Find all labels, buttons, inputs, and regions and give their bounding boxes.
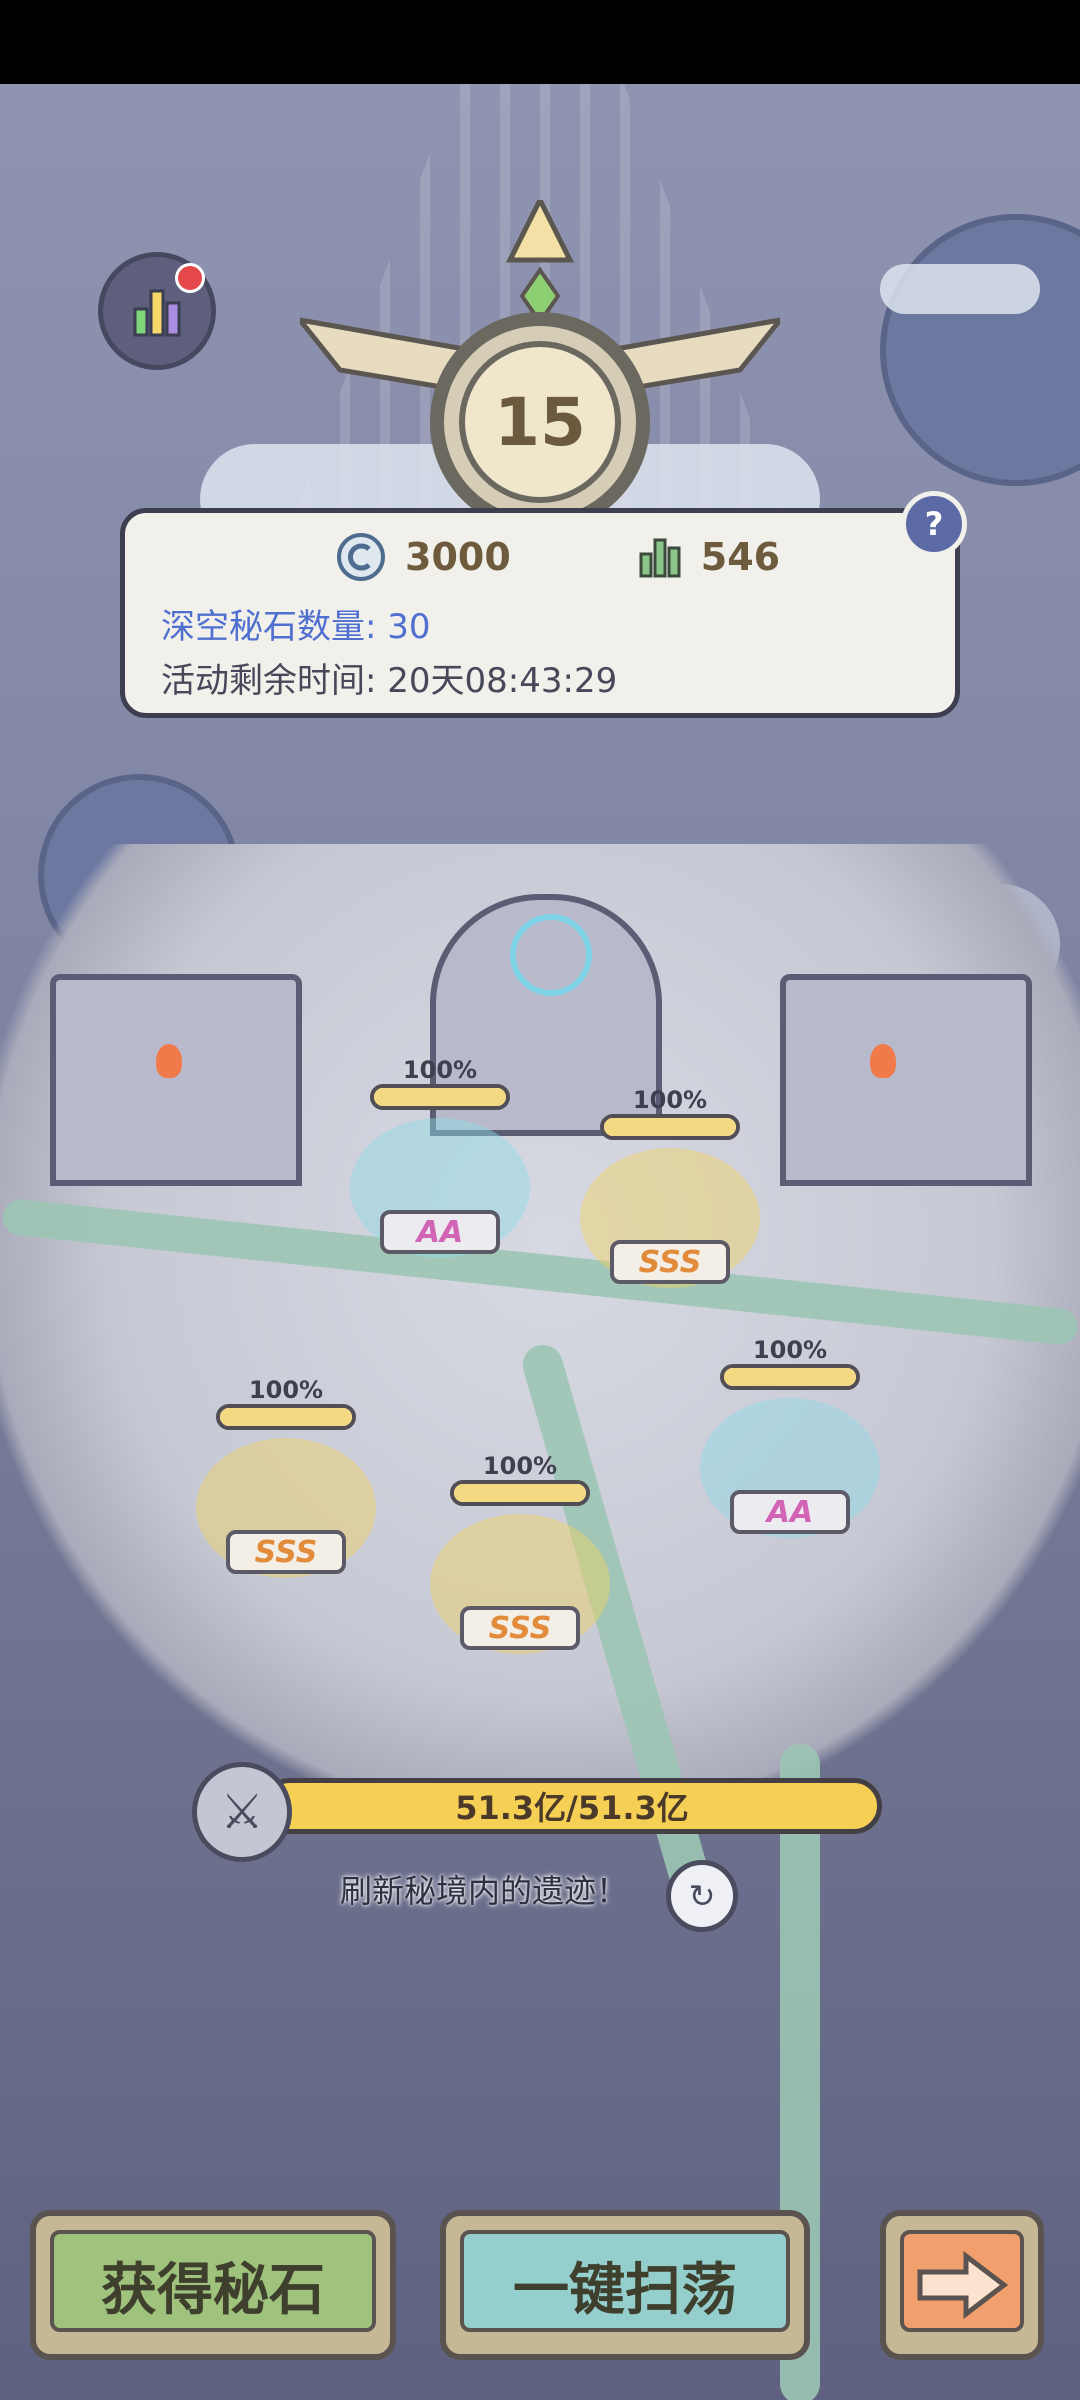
planet-decoration: [880, 214, 1080, 486]
power-bar: 51.3亿/51.3亿: [262, 1778, 882, 1834]
stone-count: 深空秘石数量: 30: [161, 607, 431, 647]
sweep-label: 一键扫荡: [513, 2257, 737, 2323]
time-left: 活动剩余时间: 20天08:43:29: [161, 661, 618, 701]
ruin-site[interactable]: 100% AA: [340, 1056, 540, 1284]
progress-bar: [720, 1364, 860, 1390]
progress-bar: [216, 1404, 356, 1430]
crossed-swords-icon: ⚔: [192, 1762, 292, 1862]
sweep-button[interactable]: 一键扫荡: [440, 2210, 810, 2360]
fire-decoration: [156, 1044, 182, 1078]
refresh-button[interactable]: ↻: [666, 1860, 738, 1932]
grade-badge: AA: [730, 1490, 850, 1534]
question-icon[interactable]: ?: [901, 491, 967, 557]
grade-badge: SSS: [226, 1530, 346, 1574]
status-bar: [0, 0, 1080, 84]
progress-bar: [600, 1114, 740, 1140]
ruin-site[interactable]: 100% AA: [690, 1336, 890, 1564]
cloud-decoration: [880, 264, 1040, 314]
level-number: 15: [459, 341, 621, 503]
progress-text: 100%: [632, 1086, 708, 1114]
progress-bar: [450, 1480, 590, 1506]
progress-text: 100%: [482, 1452, 558, 1480]
grade-badge: SSS: [460, 1606, 580, 1650]
coin-icon: [337, 533, 385, 581]
refresh-label: 刷新秘境内的遗迹！: [340, 1872, 629, 1910]
orbit-icon: [510, 914, 592, 996]
score-count: 546: [700, 535, 781, 579]
next-button[interactable]: [880, 2210, 1044, 2360]
arrow-right-icon: [917, 2250, 1009, 2320]
get-stones-label: 获得秘石: [101, 2257, 325, 2323]
ruin-site[interactable]: 100% SSS: [186, 1376, 386, 1604]
power-text: 51.3亿/51.3亿: [455, 1789, 689, 1827]
fire-decoration: [870, 1044, 896, 1078]
info-panel: 3000 546 ? 深空秘石数量: 30 活动剩余时间: 20天08:43:2…: [120, 491, 967, 718]
ruin-gate: [50, 974, 302, 1186]
grade-badge: AA: [380, 1210, 500, 1254]
progress-text: 100%: [752, 1336, 828, 1364]
ruin-site[interactable]: 100% SSS: [570, 1086, 770, 1314]
bars-icon: [639, 538, 681, 578]
progress-text: 100%: [402, 1056, 478, 1084]
refresh-icon: ↻: [688, 1877, 716, 1915]
get-stones-button[interactable]: 获得秘石: [30, 2210, 396, 2360]
grade-badge: SSS: [610, 1240, 730, 1284]
coin-count: 3000: [405, 535, 511, 579]
ruin-site[interactable]: 100% SSS: [420, 1452, 620, 1680]
stats-button[interactable]: [98, 252, 216, 370]
progress-text: 100%: [248, 1376, 324, 1404]
ruin-gate: [780, 974, 1032, 1186]
currency-row: 3000 546: [335, 531, 780, 583]
level-badge: 15: [430, 312, 650, 532]
stats-icon: [133, 289, 181, 337]
notification-dot: [175, 263, 205, 293]
progress-bar: [370, 1084, 510, 1110]
